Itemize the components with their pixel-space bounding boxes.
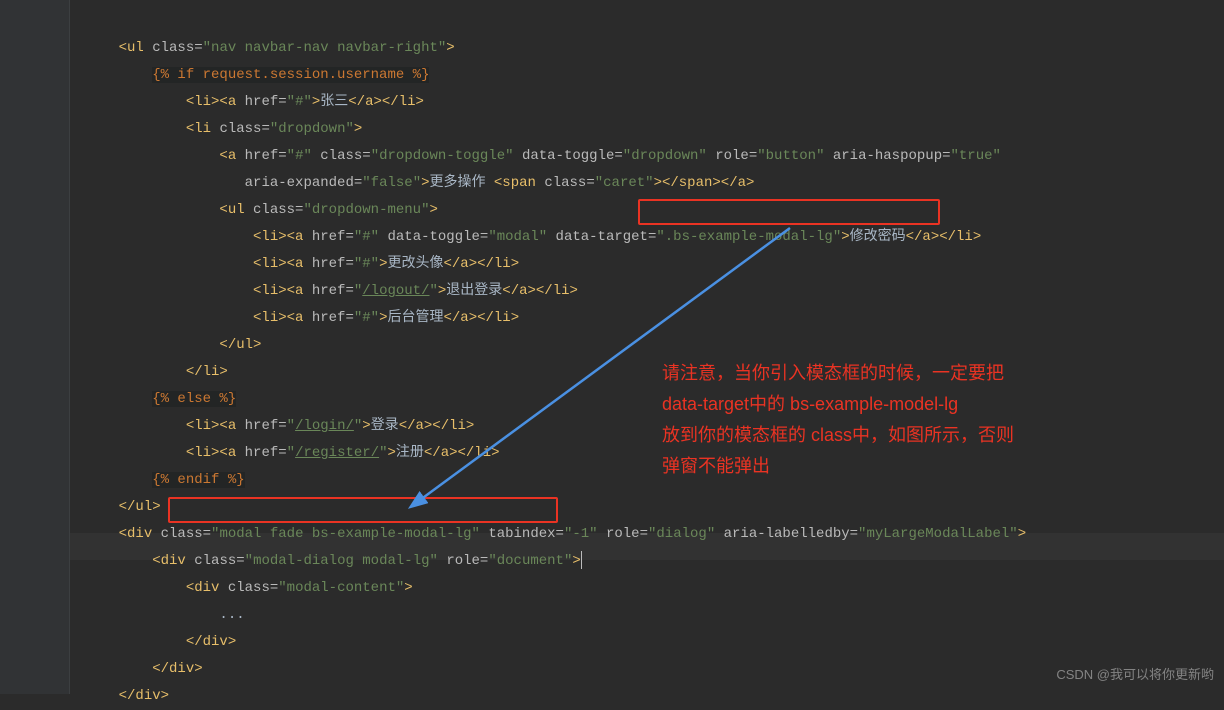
- code-line: <li><a href="/register/">注册</a></li>: [85, 445, 500, 461]
- code-line: <li><a href="#">更改头像</a></li>: [85, 256, 519, 272]
- code-line: </div>: [85, 661, 203, 677]
- code-line: <li><a href="/logout/">退出登录</a></li>: [85, 283, 578, 299]
- watermark: CSDN @我可以将你更新哟: [1056, 661, 1214, 688]
- code-line: <div class="modal-content">: [85, 580, 413, 596]
- code-line: {% endif %}: [85, 472, 245, 488]
- code-line: <li class="dropdown">: [85, 121, 362, 137]
- highlight-box-modal-class: [168, 497, 558, 523]
- code-line: ...: [85, 607, 245, 623]
- code-line: <ul class="nav navbar-nav navbar-right">: [85, 40, 455, 56]
- code-line: <a href="#" class="dropdown-toggle" data…: [85, 148, 1001, 164]
- code-line: {% else %}: [85, 391, 236, 407]
- highlight-box-data-target: [638, 199, 940, 225]
- code-line: <div class="modal-dialog modal-lg" role=…: [85, 553, 582, 569]
- code-line: <ul class="dropdown-menu">: [85, 202, 438, 218]
- line-gutter: [0, 0, 70, 694]
- code-line: </div>: [85, 688, 169, 704]
- code-line: aria-expanded="false">更多操作 <span class="…: [85, 175, 754, 191]
- code-line: </div>: [85, 634, 236, 650]
- code-line: </li>: [85, 364, 228, 380]
- code-line: <li><a href="#" data-toggle="modal" data…: [85, 229, 981, 245]
- code-line: </ul>: [85, 499, 161, 515]
- code-line: <div class="modal fade bs-example-modal-…: [85, 526, 1026, 542]
- code-line: <li><a href="#">后台管理</a></li>: [85, 310, 519, 326]
- text-cursor: [581, 551, 582, 569]
- code-line: <li><a href="/login/">登录</a></li>: [85, 418, 474, 434]
- code-line: <li><a href="#">张三</a></li>: [85, 94, 424, 110]
- code-line: {% if request.session.username %}: [85, 67, 429, 83]
- annotation-text: 请注意，当你引入模态框的时候，一定要把 data-target中的 bs-exa…: [662, 358, 1014, 482]
- code-line: </ul>: [85, 337, 261, 353]
